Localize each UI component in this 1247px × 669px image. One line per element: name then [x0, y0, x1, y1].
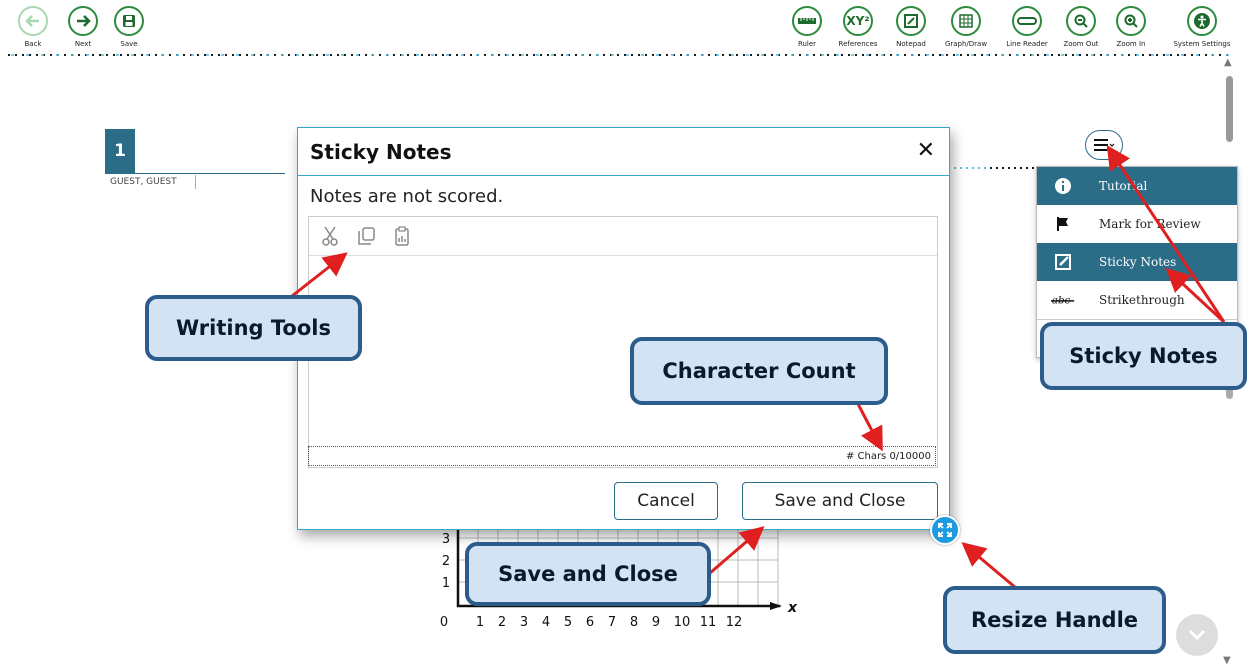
arrow-save-and-close — [709, 526, 765, 575]
arrow-writing-tools — [291, 252, 348, 298]
callout-character-count: Character Count — [630, 337, 888, 405]
arrow-resize-handle — [961, 542, 1017, 590]
arrow-character-count — [856, 403, 883, 452]
callout-sticky-notes: Sticky Notes — [1040, 322, 1247, 390]
callout-writing-tools: Writing Tools — [145, 295, 362, 361]
callout-save-and-close: Save and Close — [465, 542, 711, 606]
callout-resize-handle: Resize Handle — [943, 586, 1166, 654]
arrow-sticky-notes-menu-button — [1106, 144, 1226, 323]
